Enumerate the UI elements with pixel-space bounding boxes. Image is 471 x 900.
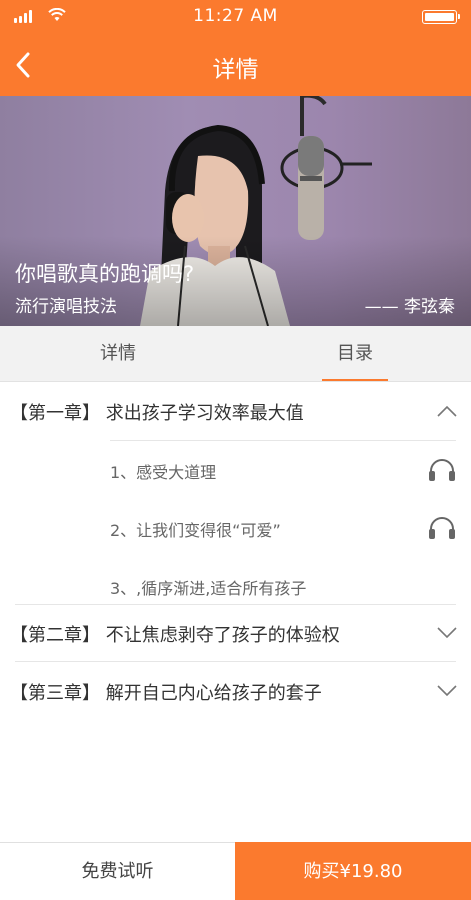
page-title: 详情 — [212, 57, 259, 83]
chapter-title: 【第二章】 不让焦虑剥夺了孩子的体验权 — [10, 625, 340, 646]
chevron-up-icon[interactable] — [437, 405, 457, 417]
tab-catalog[interactable]: 目录 — [322, 326, 388, 382]
bottom-action-bar: 免费试听 购买¥19.80 — [0, 842, 471, 900]
status-time: 11:27 AM — [193, 6, 278, 26]
chapter-title: 【第三章】 解开自己内心给孩子的套子 — [10, 683, 322, 704]
headphone-icon[interactable] — [427, 516, 457, 540]
tab-detail[interactable]: 详情 — [68, 326, 168, 382]
battery-icon — [422, 10, 460, 24]
status-bar: 11:27 AM — [0, 0, 471, 32]
lesson-item-2[interactable]: 2、让我们变得很“可爱” — [0, 498, 471, 556]
course-banner: 你唱歌真的跑调吗? 流行演唱技法 —— 李弦秦 — [0, 96, 471, 326]
headphone-icon[interactable] — [427, 458, 457, 482]
free-trial-button[interactable]: 免费试听 — [0, 843, 235, 900]
chapter-item-1[interactable]: 【第一章】 求出孩子学习效率最大值 — [0, 382, 471, 440]
lesson-title: 2、让我们变得很“可爱” — [110, 521, 281, 540]
top-bar: 11:27 AM 详情 — [0, 0, 471, 96]
banner-author: —— 李弦秦 — [364, 297, 455, 317]
lesson-item-1[interactable]: 1、感受大道理 — [0, 440, 471, 498]
chapter-item-2[interactable]: 【第二章】 不让焦虑剥夺了孩子的体验权 — [0, 605, 471, 662]
buy-button[interactable]: 购买¥19.80 — [235, 842, 471, 900]
chevron-down-icon[interactable] — [437, 685, 457, 697]
chevron-down-icon[interactable] — [437, 627, 457, 639]
nav-bar: 详情 — [0, 32, 471, 96]
chapter-title: 【第一章】 求出孩子学习效率最大值 — [10, 403, 304, 424]
lesson-title: 3、,循序渐进,适合所有孩子 — [110, 579, 307, 598]
banner-title: 你唱歌真的跑调吗? — [15, 262, 195, 286]
banner-subtitle: 流行演唱技法 — [15, 297, 117, 317]
lesson-title: 1、感受大道理 — [110, 463, 217, 482]
tab-bar: 详情 目录 — [0, 326, 471, 382]
chapter-item-3[interactable]: 【第三章】 解开自己内心给孩子的套子 — [0, 662, 471, 720]
active-tab-indicator — [322, 379, 388, 381]
